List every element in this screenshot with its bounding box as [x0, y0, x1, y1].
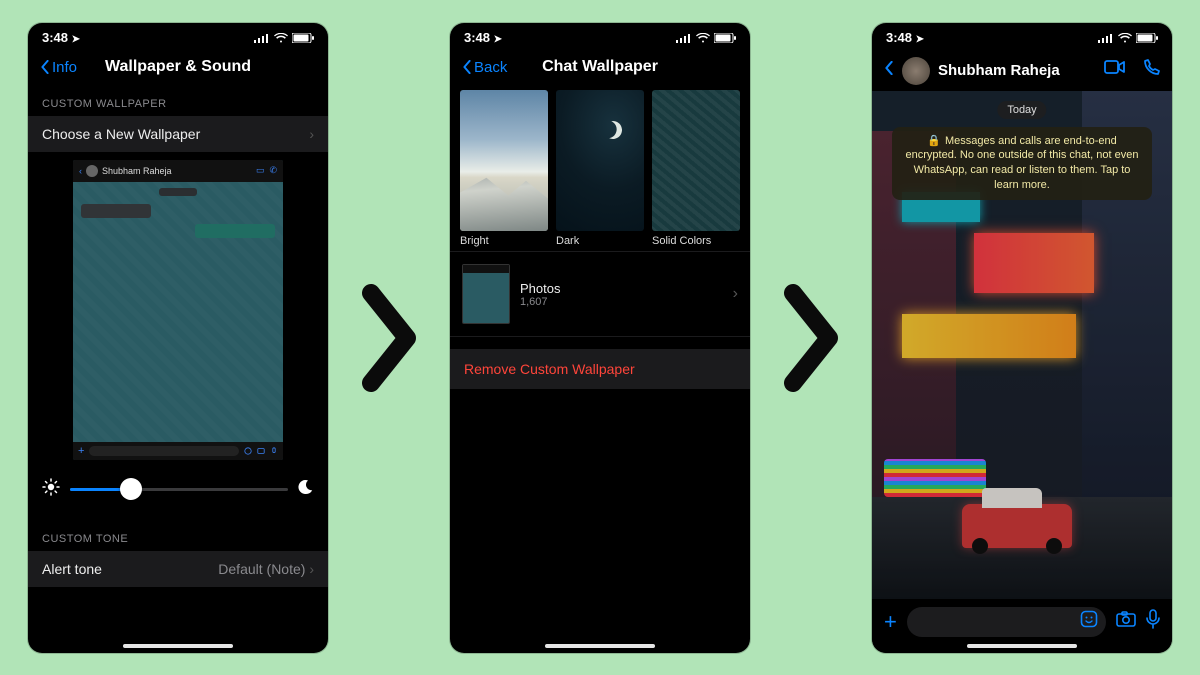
page-title: Wallpaper & Sound	[105, 58, 251, 76]
sticker-icon	[244, 447, 252, 455]
status-time: 3:48 ➤	[464, 30, 502, 45]
video-icon: ▭	[256, 165, 265, 176]
tutorial-triptych: 3:48 ➤ Info Wallpaper & Sound CUSTOM WAL…	[0, 0, 1200, 675]
sticker-button[interactable]	[1080, 610, 1098, 633]
alert-tone-row[interactable]: Alert tone Default (Note) ›	[28, 551, 328, 587]
signal-icon	[254, 33, 270, 43]
moon-icon	[602, 119, 624, 141]
encryption-notice[interactable]: 🔒Messages and calls are end-to-end encry…	[892, 127, 1152, 200]
alert-tone-value: Default (Note) ›	[218, 561, 314, 577]
video-call-button[interactable]	[1104, 59, 1126, 82]
status-indicators	[254, 33, 314, 43]
attach-button[interactable]: +	[884, 609, 897, 635]
wifi-icon	[1118, 33, 1132, 43]
dimming-slider-row	[28, 470, 328, 513]
chat-body[interactable]: Today 🔒Messages and calls are end-to-end…	[872, 91, 1172, 599]
battery-icon	[1136, 33, 1158, 43]
category-thumb	[556, 90, 644, 232]
camera-icon	[257, 447, 265, 455]
category-label: Bright	[460, 235, 548, 247]
back-label: Back	[474, 59, 507, 76]
voice-call-button[interactable]	[1142, 59, 1160, 82]
chat-preview: ‹ Shubham Raheja ▭ ✆ +	[73, 160, 283, 460]
back-label: Info	[52, 59, 77, 76]
avatar-icon	[86, 165, 98, 177]
status-bar: 3:48 ➤	[28, 23, 328, 53]
home-indicator[interactable]	[545, 644, 655, 648]
alert-tone-label: Alert tone	[42, 561, 102, 577]
arrow-right-icon	[354, 278, 424, 398]
wallpaper-preview: ‹ Shubham Raheja ▭ ✆ +	[42, 160, 314, 460]
status-bar: 3:48 ➤	[450, 23, 750, 53]
preview-body	[73, 182, 283, 442]
preview-contact-name: Shubham Raheja	[102, 166, 172, 176]
contact-name[interactable]: Shubham Raheja	[938, 62, 1060, 79]
message-input[interactable]	[907, 607, 1106, 637]
status-indicators	[676, 33, 736, 43]
camera-button[interactable]	[1116, 611, 1136, 632]
category-label: Dark	[556, 235, 644, 247]
remove-label: Remove Custom Wallpaper	[464, 361, 635, 377]
back-button[interactable]: Back	[462, 59, 507, 76]
chevron-right-icon: ›	[733, 285, 738, 303]
signal-icon	[676, 33, 692, 43]
section-header-tone: CUSTOM TONE	[28, 519, 328, 551]
category-dark[interactable]: Dark	[556, 90, 644, 248]
photos-thumb	[462, 264, 510, 324]
arrow-right-icon	[776, 278, 846, 398]
category-solid-colors[interactable]: Solid Colors	[652, 90, 740, 248]
screen-chat-with-wallpaper: 3:48 ➤ Shubham Raheja	[872, 23, 1172, 653]
location-icon: ➤	[72, 34, 80, 45]
home-indicator[interactable]	[123, 644, 233, 648]
location-icon: ➤	[494, 34, 502, 45]
avatar[interactable]	[902, 57, 930, 85]
phone-icon: ✆	[269, 165, 277, 176]
status-indicators	[1098, 33, 1158, 43]
photos-row[interactable]: Photos 1,607 ›	[450, 251, 750, 337]
wifi-icon	[274, 33, 288, 43]
category-thumb	[652, 90, 740, 232]
date-pill: Today	[997, 101, 1046, 119]
wallpaper-category-grid: Bright Dark Solid Colors	[450, 84, 750, 252]
photos-count: 1,607	[520, 296, 560, 308]
sun-icon	[42, 478, 60, 501]
chevron-right-icon: ›	[309, 561, 314, 577]
preview-input-bar: +	[73, 442, 283, 460]
category-thumb	[460, 90, 548, 232]
category-label: Solid Colors	[652, 235, 740, 247]
plus-icon: +	[78, 445, 84, 457]
status-time: 3:48 ➤	[42, 30, 80, 45]
back-button[interactable]	[884, 61, 894, 80]
category-bright[interactable]: Bright	[460, 90, 548, 248]
home-indicator[interactable]	[967, 644, 1077, 648]
wifi-icon	[696, 33, 710, 43]
photos-label: Photos	[520, 281, 560, 296]
page-title: Chat Wallpaper	[542, 58, 658, 76]
choose-wallpaper-row[interactable]: Choose a New Wallpaper ›	[28, 116, 328, 152]
lock-icon: 🔒	[927, 135, 941, 147]
dimming-slider[interactable]	[70, 488, 288, 491]
section-header-wallpaper: CUSTOM WALLPAPER	[28, 84, 328, 116]
nav-bar: Back Chat Wallpaper	[450, 53, 750, 84]
chevron-right-icon: ›	[309, 126, 314, 142]
back-button[interactable]: Info	[40, 59, 77, 76]
mic-icon	[270, 447, 278, 455]
chat-nav-bar: Shubham Raheja	[872, 53, 1172, 91]
screen-chat-wallpaper: 3:48 ➤ Back Chat Wallpaper Bright Dark	[450, 23, 750, 653]
slider-thumb[interactable]	[120, 478, 142, 500]
status-time: 3:48 ➤	[886, 30, 924, 45]
screen-wallpaper-and-sound: 3:48 ➤ Info Wallpaper & Sound CUSTOM WAL…	[28, 23, 328, 653]
nav-bar: Info Wallpaper & Sound	[28, 53, 328, 84]
mic-button[interactable]	[1146, 609, 1160, 634]
signal-icon	[1098, 33, 1114, 43]
moon-icon	[298, 479, 314, 500]
location-icon: ➤	[916, 34, 924, 45]
preview-header: ‹ Shubham Raheja ▭ ✆	[73, 160, 283, 182]
choose-wallpaper-label: Choose a New Wallpaper	[42, 126, 200, 142]
remove-custom-wallpaper[interactable]: Remove Custom Wallpaper	[450, 349, 750, 389]
status-bar: 3:48 ➤	[872, 23, 1172, 53]
battery-icon	[714, 33, 736, 43]
battery-icon	[292, 33, 314, 43]
